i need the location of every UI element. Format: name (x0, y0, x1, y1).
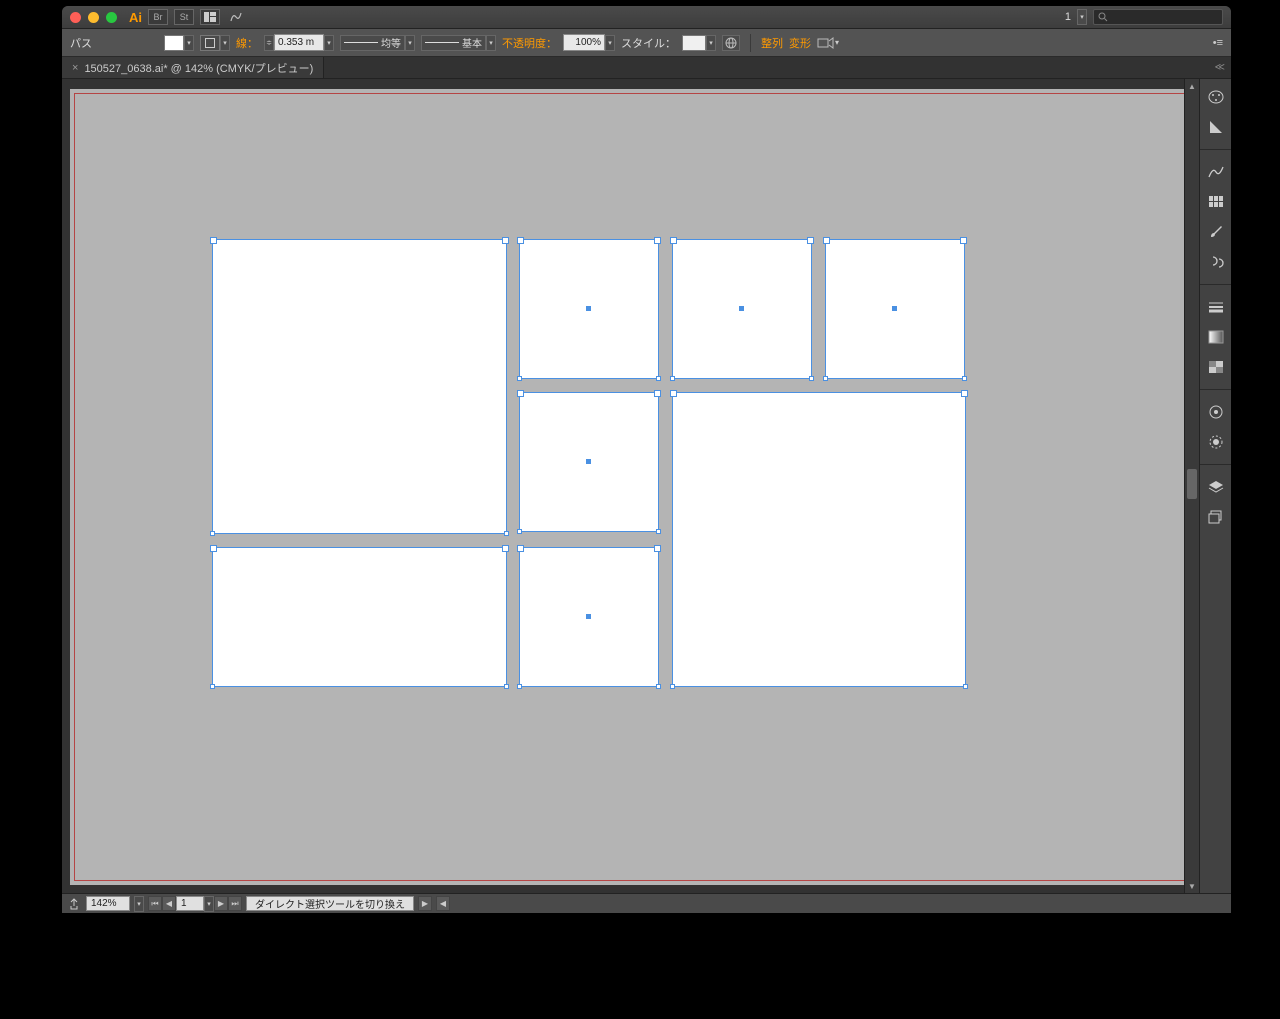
brush-definition[interactable]: 基本 ▾ (421, 35, 496, 51)
curvature-icon[interactable] (1205, 162, 1227, 182)
fill-swatch[interactable] (164, 35, 184, 51)
vertical-scrollbar[interactable]: ▲ ▼ (1184, 79, 1199, 893)
symbols-icon[interactable] (1205, 252, 1227, 272)
selected-rectangle[interactable] (519, 392, 659, 532)
fill-dropdown[interactable]: ▾ (184, 35, 194, 51)
first-artboard-button[interactable]: ⏮ (148, 896, 162, 911)
graphic-styles-icon[interactable] (1205, 432, 1227, 452)
artboard-number-input[interactable]: 1 (176, 896, 204, 911)
center-point-icon (739, 306, 744, 311)
minimize-window-button[interactable] (88, 12, 99, 23)
status-menu-button[interactable]: ▶ (418, 896, 432, 911)
right-panel-dock (1199, 79, 1231, 893)
align-label[interactable]: 整列 (761, 35, 783, 51)
selected-rectangle[interactable] (672, 239, 812, 379)
maximize-window-button[interactable] (106, 12, 117, 23)
stroke-control[interactable]: ▾ (200, 35, 230, 51)
search-input[interactable] (1093, 9, 1223, 25)
artboard-dropdown[interactable]: ▾ (204, 896, 214, 912)
next-artboard-button[interactable]: ▶ (214, 896, 228, 911)
color-icon[interactable] (1205, 87, 1227, 107)
brush-dropdown[interactable]: ▾ (486, 35, 496, 51)
scroll-up-icon[interactable]: ▲ (1185, 79, 1199, 93)
arrange-documents-button[interactable] (200, 9, 220, 25)
last-artboard-button[interactable]: ⏭ (228, 896, 242, 911)
prev-artboard-button[interactable]: ◀ (162, 896, 176, 911)
center-point-icon (586, 306, 591, 311)
scroll-down-icon[interactable]: ▼ (1185, 879, 1199, 893)
brush-basic-label: 基本 (462, 35, 482, 50)
document-tab-bar: × 150527_0638.ai* @ 142% (CMYK/プレビュー) ≪ (62, 57, 1231, 79)
app-logo: Ai (129, 10, 142, 25)
gradient-icon[interactable] (1205, 327, 1227, 347)
stroke-stepper[interactable]: ≑ (264, 35, 274, 51)
selected-rectangle[interactable] (212, 239, 507, 534)
zoom-dropdown[interactable]: ▾ (134, 896, 144, 912)
style-dropdown[interactable]: ▾ (706, 35, 716, 51)
color-guide-icon[interactable] (1205, 117, 1227, 137)
style-swatch[interactable] (682, 35, 706, 51)
titlebar: Ai Br St 1 ▾ (62, 6, 1231, 29)
center-point-icon (892, 306, 897, 311)
document-tab[interactable]: × 150527_0638.ai* @ 142% (CMYK/プレビュー) (62, 57, 324, 78)
style-label: スタイル： (621, 35, 676, 51)
zoom-level-input[interactable]: 142% (86, 896, 130, 911)
canvas[interactable]: ▲ ▼ (62, 79, 1199, 893)
center-point-icon (586, 614, 591, 619)
artboards-icon[interactable] (1205, 507, 1227, 527)
status-bar: 142% ▾ ⏮ ◀ 1 ▾ ▶ ⏭ ダイレクト選択ツールを切り換え ▶ ◀ (62, 893, 1231, 913)
graphic-style-control[interactable]: ▾ (682, 35, 716, 51)
bridge-button[interactable]: Br (148, 9, 168, 25)
workspace-dropdown[interactable]: ▾ (1077, 9, 1087, 25)
selection-type-label: パス (70, 35, 92, 51)
workspace-label: 1 (1065, 11, 1071, 23)
stroke-weight-input[interactable] (274, 34, 324, 51)
opacity-input[interactable] (563, 34, 605, 51)
main-area: ▲ ▼ (62, 79, 1231, 893)
scrollbar-thumb[interactable] (1187, 469, 1197, 499)
stroke-label[interactable]: 線： (236, 35, 258, 51)
opacity-label[interactable]: 不透明度： (502, 35, 557, 51)
stroke-panel-icon[interactable] (1205, 297, 1227, 317)
window-controls (70, 12, 117, 23)
selected-rectangle[interactable] (519, 239, 659, 379)
control-bar-menu[interactable]: •≡ (1213, 37, 1223, 49)
transparency-icon[interactable] (1205, 357, 1227, 377)
share-button[interactable] (66, 898, 82, 910)
selected-rectangle[interactable] (212, 547, 507, 687)
profile-uniform-label: 均等 (381, 35, 401, 50)
recolor-artwork-button[interactable] (722, 35, 740, 51)
control-bar: パス ▾ ▾ 線： ≑ ▾ 均等 ▾ 基本 ▾ 不透明度： ▾ スタイル： (62, 29, 1231, 57)
brushes-icon[interactable] (1205, 222, 1227, 242)
hscroll-left-button[interactable]: ◀ (436, 896, 450, 911)
isolate-button[interactable]: ▾ (817, 36, 839, 50)
transform-label[interactable]: 変形 (789, 35, 811, 51)
fill-control[interactable]: ▾ (164, 35, 194, 51)
appearance-icon[interactable] (1205, 402, 1227, 422)
close-tab-button[interactable]: × (72, 62, 78, 74)
gpu-preview-button[interactable] (226, 9, 246, 25)
stroke-dropdown[interactable]: ▾ (220, 35, 230, 51)
stock-button[interactable]: St (174, 9, 194, 25)
close-window-button[interactable] (70, 12, 81, 23)
layers-icon[interactable] (1205, 477, 1227, 497)
app-window: Ai Br St 1 ▾ パス ▾ ▾ 線： ≑ (62, 6, 1231, 913)
artboard-navigation: ⏮ ◀ 1 ▾ ▶ ⏭ (148, 896, 242, 912)
expand-panels-icon[interactable]: ≪ (1215, 62, 1231, 73)
profile-dropdown[interactable]: ▾ (405, 35, 415, 51)
variable-width-profile[interactable]: 均等 ▾ (340, 35, 415, 51)
selected-rectangle[interactable] (519, 547, 659, 687)
tool-hint: ダイレクト選択ツールを切り換え (246, 896, 414, 911)
selected-rectangle[interactable] (672, 392, 966, 687)
opacity-dropdown[interactable]: ▾ (605, 35, 615, 51)
selected-rectangle[interactable] (825, 239, 965, 379)
swatches-icon[interactable] (1205, 192, 1227, 212)
stroke-weight-dropdown[interactable]: ▾ (324, 35, 334, 51)
center-point-icon (586, 459, 591, 464)
stroke-swatch[interactable] (200, 35, 220, 51)
document-tab-title: 150527_0638.ai* @ 142% (CMYK/プレビュー) (84, 60, 313, 76)
